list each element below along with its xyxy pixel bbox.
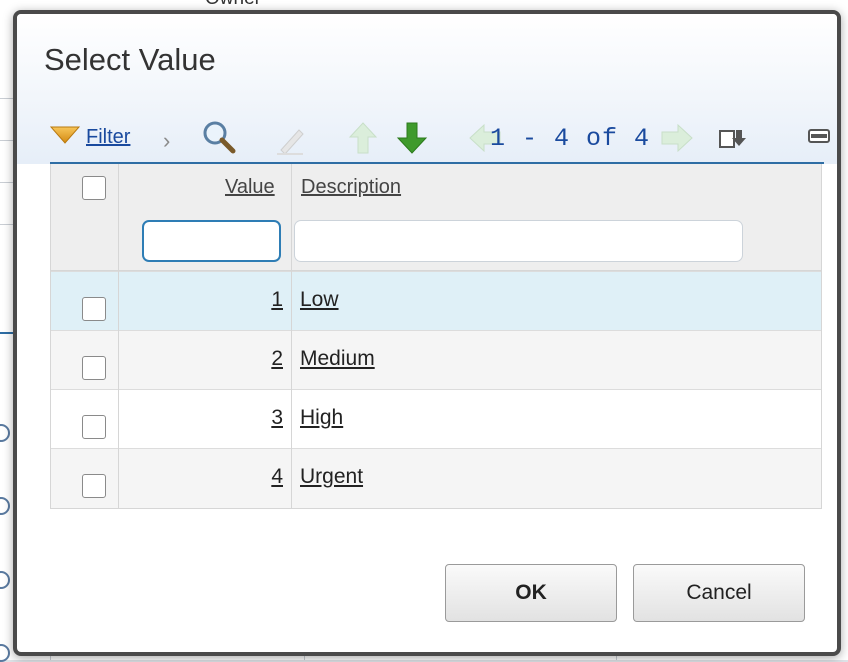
filter-toggle[interactable]: Filter <box>49 124 130 151</box>
pagination-label: 1 - 4 of 4 <box>490 124 651 153</box>
page-next-icon <box>660 123 694 153</box>
grid-filter-row <box>51 212 821 271</box>
background-divider <box>0 182 14 183</box>
row-description[interactable]: Urgent <box>300 465 363 489</box>
row-checkbox[interactable] <box>82 474 106 498</box>
background-radio[interactable] <box>0 497 10 515</box>
background-divider <box>0 98 14 99</box>
table-row[interactable]: 1 Low <box>51 271 821 331</box>
list-toolbar: Filter › 1 - 4 of 4 <box>49 118 837 160</box>
grid-header-row: Value Description <box>51 164 821 212</box>
row-description[interactable]: Low <box>300 288 339 312</box>
table-row[interactable]: 4 Urgent <box>51 448 821 508</box>
filter-icon <box>49 124 81 151</box>
row-value[interactable]: 1 <box>119 288 283 312</box>
sort-down-icon[interactable] <box>396 121 428 155</box>
collapse-icon[interactable] <box>808 129 830 143</box>
background-radio[interactable] <box>0 644 10 662</box>
table-row[interactable]: 3 High <box>51 389 821 449</box>
background-divider <box>0 140 14 141</box>
column-header-description[interactable]: Description <box>301 176 401 199</box>
ok-button[interactable]: OK <box>445 564 617 622</box>
background-radio[interactable] <box>0 424 10 442</box>
table-row[interactable]: 2 Medium <box>51 330 821 390</box>
row-description[interactable]: Medium <box>300 347 375 371</box>
column-divider <box>291 164 292 508</box>
background-divider <box>0 224 14 225</box>
value-list-grid: Value Description 1 Low 2 Medium 3 High … <box>50 164 822 509</box>
chevron-right-icon[interactable]: › <box>163 128 170 154</box>
column-divider <box>118 164 119 508</box>
filter-link[interactable]: Filter <box>86 126 130 149</box>
dialog-title: Select Value <box>44 42 216 77</box>
background-column-header: Owner <box>205 0 261 10</box>
row-checkbox[interactable] <box>82 415 106 439</box>
sort-up-icon <box>348 121 378 155</box>
background-divider <box>0 332 14 334</box>
value-filter-input[interactable] <box>142 220 281 262</box>
column-header-value[interactable]: Value <box>225 176 275 199</box>
search-icon[interactable] <box>202 120 236 154</box>
row-checkbox[interactable] <box>82 297 106 321</box>
export-icon[interactable] <box>718 126 748 152</box>
row-description[interactable]: High <box>300 406 343 430</box>
background-radio[interactable] <box>0 571 10 589</box>
description-filter-input[interactable] <box>294 220 743 262</box>
row-value[interactable]: 4 <box>119 465 283 489</box>
row-checkbox[interactable] <box>82 356 106 380</box>
row-value[interactable]: 2 <box>119 347 283 371</box>
row-value[interactable]: 3 <box>119 406 283 430</box>
select-value-dialog: Select Value Filter › 1 - 4 of 4 Value D… <box>13 10 841 656</box>
cancel-button[interactable]: Cancel <box>633 564 805 622</box>
edit-icon <box>273 122 307 156</box>
select-all-checkbox[interactable] <box>82 176 106 200</box>
